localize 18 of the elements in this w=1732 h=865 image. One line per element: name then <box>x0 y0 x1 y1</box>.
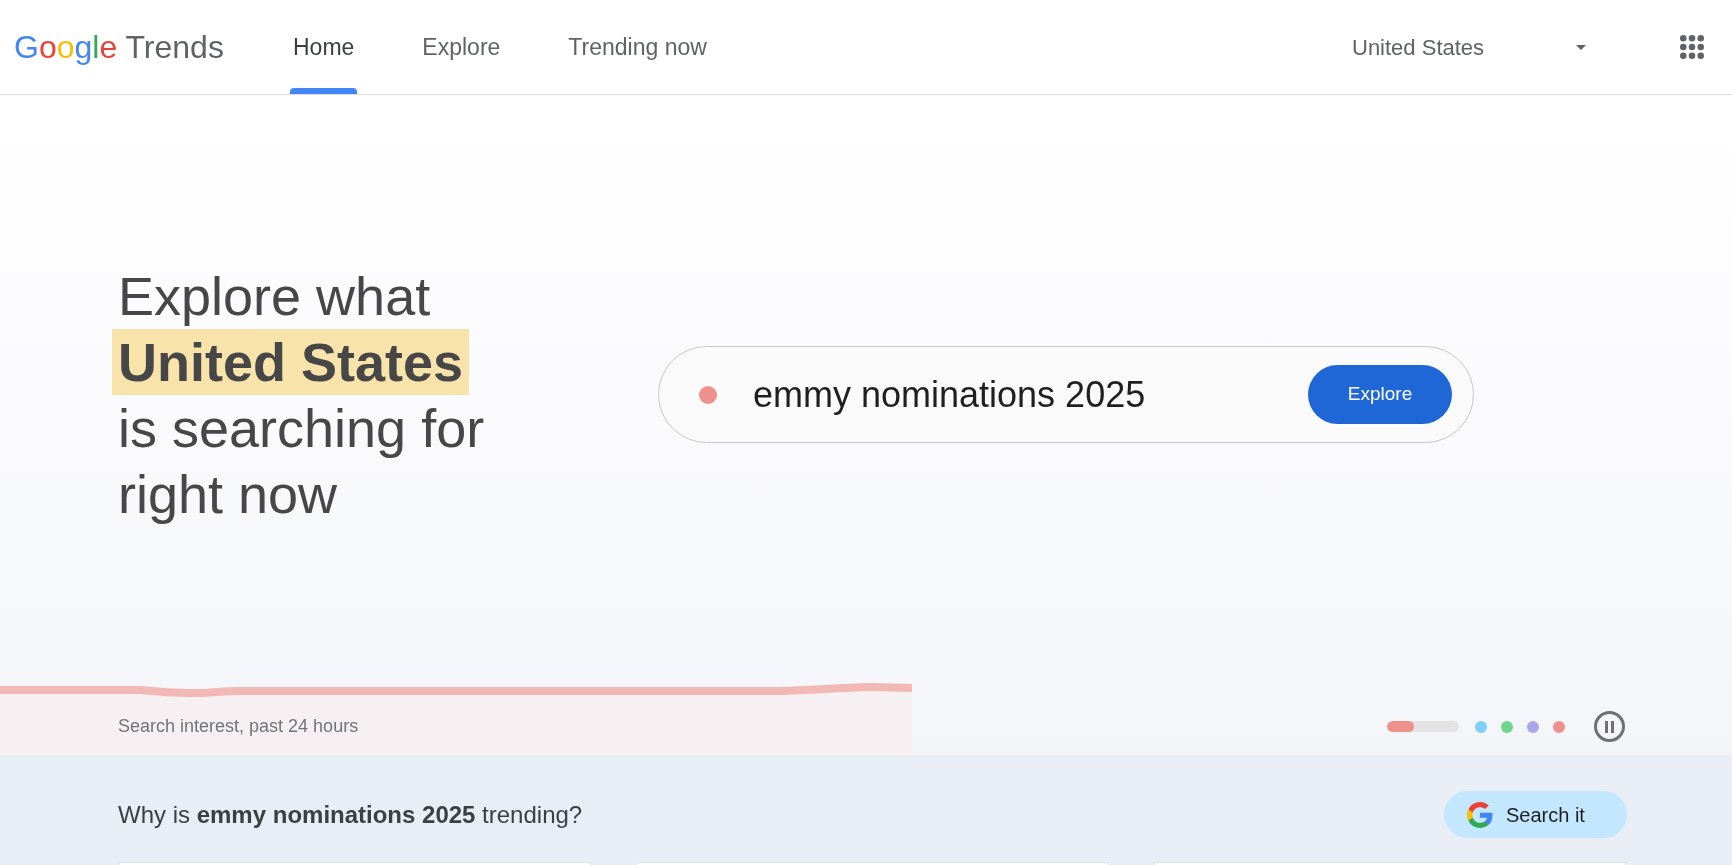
country-select[interactable]: United States <box>1352 30 1588 64</box>
chart-caption: Search interest, past 24 hours <box>118 715 359 738</box>
country-name: United States <box>1352 33 1485 62</box>
nav-tab[interactable]: Trending now <box>565 0 710 94</box>
nav-tab[interactable]: Explore <box>419 0 504 94</box>
google-trends-logo[interactable]: Google Trends <box>14 29 290 65</box>
pause-button[interactable] <box>1594 711 1625 742</box>
caret-icon <box>1576 44 1586 50</box>
pause-icon <box>1605 720 1614 733</box>
nav-tab[interactable]: Home <box>290 0 358 94</box>
g-logo-icon <box>1467 801 1493 828</box>
search-it-button[interactable]: Search it <box>1444 791 1627 838</box>
trending-question: Why is emmy nominations 2025 trending? <box>118 799 583 830</box>
slide-progress-track[interactable] <box>1387 721 1459 732</box>
explore-button[interactable]: Explore <box>1308 365 1452 424</box>
hero-headline: Explore what United States is searching for right now <box>112 262 524 527</box>
apps-grid-icon[interactable] <box>1680 35 1704 59</box>
trend-term: emmy nominations 2025 <box>753 372 1146 417</box>
